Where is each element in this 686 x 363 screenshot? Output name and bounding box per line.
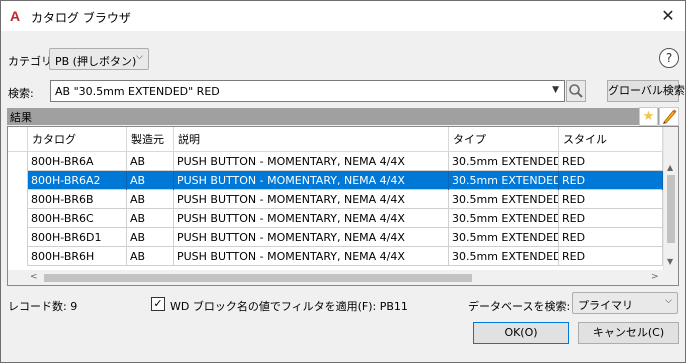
cell-manufacturer: AB bbox=[127, 247, 174, 266]
results-header: 結果 bbox=[7, 108, 679, 125]
cell-type: 30.5mm EXTENDED bbox=[449, 171, 559, 190]
cell-manufacturer: AB bbox=[127, 209, 174, 228]
cell-description: PUSH BUTTON - MOMENTARY, NEMA 4/4X bbox=[174, 190, 449, 209]
scroll-left-icon[interactable]: < bbox=[30, 272, 38, 282]
cell-description: PUSH BUTTON - MOMENTARY, NEMA 4/4X bbox=[174, 228, 449, 247]
star-icon: ★ bbox=[642, 109, 655, 124]
edit-button[interactable] bbox=[659, 107, 679, 126]
cell-catalog: 800H-BR6A2 bbox=[28, 171, 127, 190]
filter-checkbox[interactable]: ✓ bbox=[151, 297, 165, 311]
cell-style: RED bbox=[559, 152, 663, 171]
row-header[interactable] bbox=[8, 209, 28, 228]
scroll-right-icon[interactable]: > bbox=[651, 272, 659, 282]
cell-manufacturer: AB bbox=[127, 190, 174, 209]
cell-style: RED bbox=[559, 171, 663, 190]
favorite-button[interactable]: ★ bbox=[639, 107, 658, 126]
column-header-type[interactable]: タイプ bbox=[449, 127, 559, 152]
cell-style: RED bbox=[559, 228, 663, 247]
database-value: プライマリ bbox=[578, 299, 633, 312]
cell-type: 30.5mm EXTENDED bbox=[449, 247, 559, 266]
cell-catalog: 800H-BR6D1 bbox=[28, 228, 127, 247]
cell-catalog: 800H-BR6C bbox=[28, 209, 127, 228]
cell-manufacturer: AB bbox=[127, 228, 174, 247]
horizontal-scrollbar[interactable]: < > bbox=[8, 270, 678, 285]
magnifier-icon bbox=[569, 84, 583, 98]
cell-manufacturer: AB bbox=[127, 152, 174, 171]
pencil-icon bbox=[663, 109, 677, 124]
cancel-button[interactable]: キャンセル(C) bbox=[578, 322, 679, 344]
chevron-down-icon: ⌵ bbox=[665, 296, 672, 306]
table-row-selected[interactable]: 800H-BR6A2 AB PUSH BUTTON - MOMENTARY, N… bbox=[8, 171, 663, 190]
catalog-browser-window: A カタログ ブラウザ ✕ カテゴリ: PB (押しボタン) ⌵ ? 検索: A… bbox=[0, 0, 686, 363]
row-header[interactable] bbox=[8, 228, 28, 247]
vertical-scrollbar[interactable]: ▲ ▼ bbox=[663, 127, 678, 270]
cell-catalog: 800H-BR6H bbox=[28, 247, 127, 266]
help-button[interactable]: ? bbox=[659, 48, 679, 68]
window-title: カタログ ブラウザ bbox=[31, 11, 131, 25]
cell-style: RED bbox=[559, 209, 663, 228]
category-dropdown[interactable]: PB (押しボタン) ⌵ bbox=[49, 48, 149, 70]
cell-catalog: 800H-BR6A bbox=[28, 152, 127, 171]
search-input[interactable]: AB "30.5mm EXTENDED" RED ▼ bbox=[50, 80, 565, 102]
database-search-label: データベースを検索: bbox=[468, 300, 571, 313]
cell-type: 30.5mm EXTENDED bbox=[449, 209, 559, 228]
scroll-down-icon[interactable]: ▼ bbox=[667, 257, 673, 266]
cell-description: PUSH BUTTON - MOMENTARY, NEMA 4/4X bbox=[174, 171, 449, 190]
cell-description: PUSH BUTTON - MOMENTARY, NEMA 4/4X bbox=[174, 209, 449, 228]
table-row[interactable]: 800H-BR6D1 AB PUSH BUTTON - MOMENTARY, N… bbox=[8, 228, 663, 247]
cell-description: PUSH BUTTON - MOMENTARY, NEMA 4/4X bbox=[174, 152, 449, 171]
dropdown-arrow-icon[interactable]: ▼ bbox=[552, 85, 559, 95]
table-header: カタログ 製造元 説明 タイプ スタイル bbox=[8, 127, 663, 152]
table-row[interactable]: 800H-BR6B AB PUSH BUTTON - MOMENTARY, NE… bbox=[8, 190, 663, 209]
filter-label: WD ブロック名の値でフィルタを適用(F): PB11 bbox=[170, 300, 408, 313]
table-row[interactable]: 800H-BR6A AB PUSH BUTTON - MOMENTARY, NE… bbox=[8, 152, 663, 171]
checkmark-icon: ✓ bbox=[153, 297, 163, 310]
category-value: PB (押しボタン) bbox=[55, 55, 137, 68]
scroll-up-icon[interactable]: ▲ bbox=[667, 163, 673, 172]
row-header[interactable] bbox=[8, 152, 28, 171]
results-title: 結果 bbox=[10, 111, 32, 124]
row-header[interactable] bbox=[8, 247, 28, 266]
column-header-manufacturer[interactable]: 製造元 bbox=[127, 127, 174, 152]
results-table: カタログ 製造元 説明 タイプ スタイル 800H-BR6A AB PUSH B… bbox=[7, 126, 679, 286]
vertical-scroll-thumb[interactable] bbox=[667, 175, 675, 243]
horizontal-scroll-thumb[interactable] bbox=[44, 274, 472, 282]
dialog-body: カテゴリ: PB (押しボタン) ⌵ ? 検索: AB "30.5mm EXTE… bbox=[1, 31, 685, 362]
chevron-down-icon: ⌵ bbox=[136, 52, 143, 62]
ok-button[interactable]: OK(O) bbox=[473, 322, 569, 344]
title-bar: A カタログ ブラウザ ✕ bbox=[1, 1, 685, 31]
global-search-button[interactable]: グローバル検索 bbox=[607, 80, 685, 102]
close-button[interactable]: ✕ bbox=[656, 5, 680, 27]
database-dropdown[interactable]: プライマリ ⌵ bbox=[572, 292, 678, 314]
table-row[interactable]: 800H-BR6H AB PUSH BUTTON - MOMENTARY, NE… bbox=[8, 247, 663, 266]
table-row[interactable]: 800H-BR6C AB PUSH BUTTON - MOMENTARY, NE… bbox=[8, 209, 663, 228]
cell-style: RED bbox=[559, 190, 663, 209]
search-button[interactable] bbox=[566, 80, 586, 102]
search-value: AB "30.5mm EXTENDED" RED bbox=[55, 85, 220, 98]
column-header-catalog[interactable]: カタログ bbox=[28, 127, 127, 152]
cell-type: 30.5mm EXTENDED bbox=[449, 190, 559, 209]
cell-type: 30.5mm EXTENDED bbox=[449, 228, 559, 247]
cell-catalog: 800H-BR6B bbox=[28, 190, 127, 209]
column-header-description[interactable]: 説明 bbox=[174, 127, 449, 152]
row-header[interactable] bbox=[8, 171, 28, 190]
cell-description: PUSH BUTTON - MOMENTARY, NEMA 4/4X bbox=[174, 247, 449, 266]
autocad-app-icon: A bbox=[9, 8, 21, 24]
cell-type: 30.5mm EXTENDED bbox=[449, 152, 559, 171]
row-header[interactable] bbox=[8, 190, 28, 209]
search-label: 検索: bbox=[8, 87, 34, 100]
cell-style: RED bbox=[559, 247, 663, 266]
record-count: レコード数: 9 bbox=[8, 300, 78, 313]
column-header-style[interactable]: スタイル bbox=[559, 127, 663, 152]
cell-manufacturer: AB bbox=[127, 171, 174, 190]
row-header-corner bbox=[8, 127, 28, 152]
